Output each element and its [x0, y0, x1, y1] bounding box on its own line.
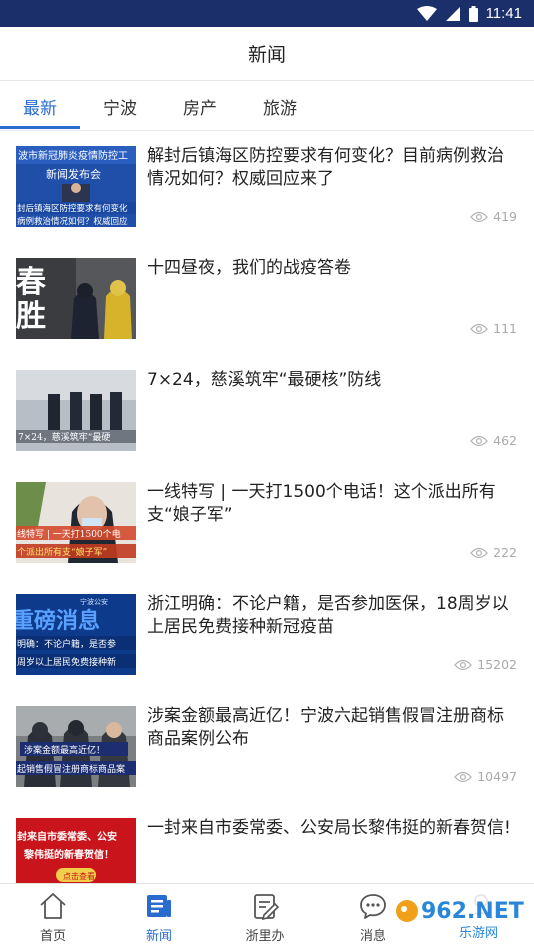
tab-ningbo[interactable]: 宁波	[80, 81, 160, 131]
news-title: 一线特写 | 一天打1500个电话！这个派出所有支“娘子军”	[147, 482, 496, 525]
thumb-text: 7×24，慈溪筑牢“最硬	[18, 431, 110, 443]
news-title: 浙江明确：不论户籍，是否参加医保，18周岁以上居民免费接种新冠疫苗	[147, 594, 509, 637]
news-item[interactable]: 封来自市委常委、公安 黎伟挺的新春贺信！ 点击查看 一封来自市委常委、公安局长黎…	[0, 803, 534, 883]
view-count: 462	[470, 433, 517, 448]
thumb-text: 病例救治情况如何？权威回应	[17, 216, 128, 227]
thumb-text: 重磅消息	[16, 608, 100, 634]
thumb-text: 涉案金额最高近亿！	[24, 744, 105, 756]
eye-icon	[454, 659, 473, 670]
view-count: 15202	[454, 657, 517, 672]
view-count-value: 111	[493, 321, 517, 336]
signal-icon	[445, 6, 460, 21]
thumb-text: 线特写 | 一天打1500个电	[17, 528, 121, 540]
thumb-text: 明确：不论户籍，是否参	[17, 638, 116, 650]
watermark-logo: 962.NET 乐游网	[393, 893, 529, 943]
thumb-text: 新闻发布会	[46, 167, 101, 181]
eye-icon	[470, 211, 489, 222]
news-title: 涉案金额最高近亿！宁波六起销售假冒注册商标商品案例公布	[147, 706, 504, 749]
news-item[interactable]: 波市新冠肺炎疫情防控工 新闻发布会 封后镇海区防控要求有何变化 病例救治情况如何…	[0, 131, 534, 243]
news-thumbnail: 线特写 | 一天打1500个电 个派出所有支“娘子军”	[16, 482, 136, 563]
news-title: 解封后镇海区防控要求有何变化？目前病例救治情况如何？权威回应来了	[147, 146, 504, 189]
thumb-text: 个派出所有支“娘子军”	[17, 546, 107, 558]
view-count: 10497	[454, 769, 517, 784]
thumb-text: 春	[16, 265, 46, 300]
news-thumbnail: 封来自市委常委、公安 黎伟挺的新春贺信！ 点击查看	[16, 818, 136, 883]
tab-travel[interactable]: 旅游	[240, 81, 320, 131]
news-thumbnail: 7×24，慈溪筑牢“最硬	[16, 370, 136, 451]
eye-icon	[470, 323, 489, 334]
thumb-text: 点击查看	[63, 871, 95, 881]
service-icon	[254, 894, 280, 921]
active-tab-indicator	[0, 126, 80, 129]
message-icon	[360, 894, 386, 919]
eye-icon	[470, 435, 489, 446]
watermark-subtext: 乐游网	[459, 926, 498, 941]
eye-icon	[454, 771, 473, 782]
thumb-text: 封后镇海区防控要求有何变化	[17, 203, 128, 214]
news-thumbnail: 宁波公安 重磅消息 明确：不论户籍，是否参 周岁以上居民免费接种新	[16, 594, 136, 675]
watermark-text: 962.NET	[421, 899, 524, 924]
thumb-text: 起销售假冒注册商标商品案	[17, 763, 125, 775]
nav-label: 浙里办	[245, 929, 285, 944]
view-count-value: 222	[493, 545, 517, 560]
clock: 11:41	[485, 5, 522, 22]
nav-home[interactable]: 首页	[0, 884, 106, 949]
news-thumbnail: 春 胜	[16, 258, 136, 339]
tab-realestate[interactable]: 房产	[160, 81, 240, 131]
nav-label: 首页	[39, 929, 66, 944]
wifi-icon	[416, 5, 437, 21]
thumb-text: 波市新冠肺炎疫情防控工	[18, 149, 128, 162]
nav-news[interactable]: 新闻	[106, 884, 212, 949]
eye-icon	[470, 547, 489, 558]
news-item[interactable]: 涉案金额最高近亿！ 起销售假冒注册商标商品案 涉案金额最高近亿！宁波六起销售假冒…	[0, 691, 534, 803]
view-count: 111	[470, 321, 517, 336]
news-item[interactable]: 宁波公安 重磅消息 明确：不论户籍，是否参 周岁以上居民免费接种新 浙江明确：不…	[0, 579, 534, 691]
news-item[interactable]: 7×24，慈溪筑牢“最硬 7×24，慈溪筑牢“最硬核”防线 462	[0, 355, 534, 467]
nav-label: 新闻	[145, 929, 172, 944]
thumb-text: 宁波公安	[80, 597, 108, 606]
category-tabs: 最新 宁波 房产 旅游	[0, 81, 534, 131]
view-count: 222	[470, 545, 517, 560]
status-bar: 11:41	[0, 0, 534, 27]
thumb-text: 胜	[16, 299, 46, 334]
news-thumbnail: 波市新冠肺炎疫情防控工 新闻发布会 封后镇海区防控要求有何变化 病例救治情况如何…	[16, 146, 136, 227]
view-count: 419	[470, 209, 517, 224]
view-count-value: 15202	[477, 657, 517, 672]
tab-latest[interactable]: 最新	[0, 81, 80, 131]
view-count-value: 10497	[477, 769, 517, 784]
battery-icon	[468, 5, 478, 22]
news-item[interactable]: 春 胜 十四昼夜，我们的战疫答卷 111	[0, 243, 534, 355]
page-title: 新闻	[247, 44, 286, 66]
thumb-text: 周岁以上居民免费接种新	[17, 656, 116, 668]
home-icon	[40, 893, 66, 919]
thumb-text: 封来自市委常委、公安	[17, 830, 117, 843]
thumb-text: 黎伟挺的新春贺信！	[24, 848, 114, 861]
nav-service[interactable]: 浙里办	[212, 884, 318, 949]
title-bar: 新闻	[0, 27, 534, 81]
view-count-value: 419	[493, 209, 517, 224]
news-title: 十四昼夜，我们的战疫答卷	[147, 258, 351, 278]
news-title: 一封来自市委常委、公安局长黎伟挺的新春贺信!	[147, 818, 511, 838]
view-count-value: 462	[493, 433, 517, 448]
news-list: 波市新冠肺炎疫情防控工 新闻发布会 封后镇海区防控要求有何变化 病例救治情况如何…	[0, 131, 534, 883]
news-icon	[147, 895, 171, 917]
news-title: 7×24，慈溪筑牢“最硬核”防线	[147, 370, 382, 390]
news-thumbnail: 涉案金额最高近亿！ 起销售假冒注册商标商品案	[16, 706, 136, 787]
news-item[interactable]: 线特写 | 一天打1500个电 个派出所有支“娘子军” 一线特写 | 一天打15…	[0, 467, 534, 579]
